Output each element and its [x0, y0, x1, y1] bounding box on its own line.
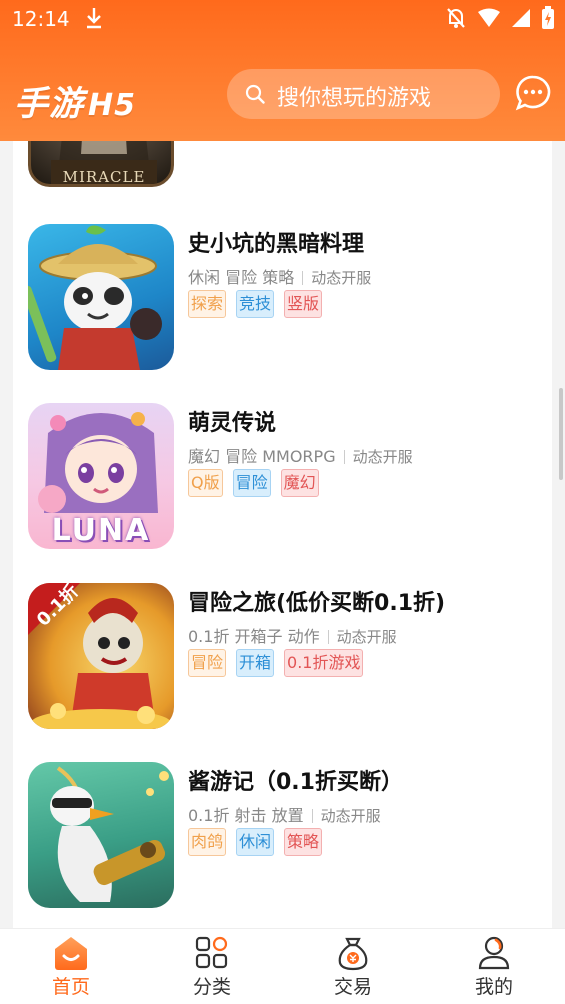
download-icon — [87, 8, 101, 29]
tag-list: 肉鸽 休闲 策略 — [188, 828, 323, 856]
tag-list: Q版 冒险 魔幻 — [188, 469, 319, 497]
tag[interactable]: 冒险 — [232, 469, 271, 497]
divider — [311, 809, 313, 823]
game-thumbnail[interactable]: MIRACLE — [28, 141, 174, 187]
list-item[interactable]: 史小坑的黑暗料理 休闲 冒险 策略 动态开服 探索 竞技 竖版 — [13, 224, 552, 374]
nav-label: 交易 — [333, 976, 372, 998]
tag[interactable]: Q版 — [188, 469, 223, 497]
app-header: 12:14 手游 H5 搜你想玩的游戏 — [0, 0, 565, 141]
nav-label: 我的 — [474, 976, 513, 998]
category-grid-icon — [195, 936, 228, 969]
game-list: MIRACLE 史小坑的黑暗料理 休闲 冒险 策略 动态开服 探索 竞技 竖版 … — [13, 141, 552, 941]
app-logo: 手游 H5 — [14, 84, 136, 124]
tag-list: 探索 竞技 竖版 — [188, 290, 323, 318]
game-art — [28, 225, 162, 370]
list-item[interactable]: LUNA 萌灵传说 魔幻 冒险 MMORPG 动态开服 Q版 冒险 魔幻 — [13, 403, 552, 553]
battery-icon — [542, 6, 554, 29]
game-meta: 0.1折 开箱子 动作 动态开服 — [188, 627, 397, 646]
list-item[interactable]: 0.1折 冒险之旅(低价买断0.1折) 0.1折 开箱子 动作 动态开服 冒险 开… — [13, 583, 552, 733]
game-thumbnail[interactable]: LUNA — [28, 403, 174, 549]
status-bar: 12:14 — [0, 0, 565, 40]
open-server-label: 动态开服 — [320, 807, 381, 825]
nav-home[interactable]: 首页 — [21, 929, 121, 1004]
thumb-text: MIRACLE — [62, 168, 146, 186]
search-bar[interactable]: 搜你想玩的游戏 — [227, 69, 500, 119]
game-meta: 休闲 冒险 策略 动态开服 — [188, 268, 372, 287]
status-time: 12:14 — [12, 7, 70, 31]
tag[interactable]: 魔幻 — [280, 469, 319, 497]
nav-label: 首页 — [51, 976, 90, 998]
search-icon — [245, 84, 265, 104]
open-server-label: 动态开服 — [336, 628, 397, 646]
list-item[interactable]: MIRACLE — [13, 141, 552, 191]
divider — [302, 271, 304, 285]
tag[interactable]: 0.1折游戏 — [284, 649, 364, 677]
game-meta: 魔幻 冒险 MMORPG 动态开服 — [188, 447, 413, 466]
tag[interactable]: 竞技 — [236, 290, 275, 318]
nav-trade[interactable]: 交易 — [303, 929, 403, 1004]
nav-profile[interactable]: 我的 — [444, 929, 544, 1004]
game-art — [50, 766, 169, 902]
scrollbar[interactable] — [559, 388, 563, 480]
tag[interactable]: 肉鸽 — [188, 828, 227, 856]
open-server-label: 动态开服 — [352, 448, 413, 466]
signal-icon — [512, 9, 530, 27]
home-icon — [55, 937, 87, 970]
open-server-label: 动态开服 — [311, 269, 372, 287]
tag[interactable]: 探索 — [188, 290, 227, 318]
thumb-text: LUNA — [51, 513, 151, 548]
game-title[interactable]: 酱游记（0.1折买断） — [188, 764, 403, 796]
divider — [343, 450, 345, 464]
game-thumbnail[interactable] — [28, 762, 174, 908]
tag[interactable]: 冒险 — [188, 649, 227, 677]
app-bar: 手游 H5 搜你想玩的游戏 — [0, 60, 565, 130]
game-thumbnail[interactable]: 0.1折 — [28, 583, 174, 729]
bottom-nav: 首页 分类 交易 我的 — [0, 928, 565, 1004]
wifi-icon — [478, 8, 500, 27]
search-placeholder: 搜你想玩的游戏 — [277, 86, 432, 111]
game-title[interactable]: 萌灵传说 — [188, 405, 276, 437]
tag[interactable]: 开箱 — [236, 649, 275, 677]
money-bag-icon — [338, 937, 368, 971]
list-item[interactable]: 酱游记（0.1折买断） 0.1折 射击 放置 动态开服 肉鸽 休闲 策略 — [13, 762, 552, 912]
tag[interactable]: 休闲 — [236, 828, 275, 856]
tag[interactable]: 策略 — [284, 828, 323, 856]
nav-category[interactable]: 分类 — [162, 929, 262, 1004]
game-thumbnail[interactable] — [28, 224, 174, 370]
tag-list: 冒险 开箱 0.1折游戏 — [188, 649, 364, 677]
nav-label: 分类 — [192, 976, 231, 998]
mute-bell-icon — [447, 8, 465, 28]
game-title[interactable]: 史小坑的黑暗料理 — [188, 226, 364, 258]
game-title[interactable]: 冒险之旅(低价买断0.1折) — [188, 585, 445, 617]
game-meta: 0.1折 射击 放置 动态开服 — [188, 806, 381, 825]
tag[interactable]: 竖版 — [284, 290, 323, 318]
chat-bubble-icon[interactable] — [514, 74, 552, 112]
divider — [327, 630, 329, 644]
user-icon — [478, 936, 510, 970]
